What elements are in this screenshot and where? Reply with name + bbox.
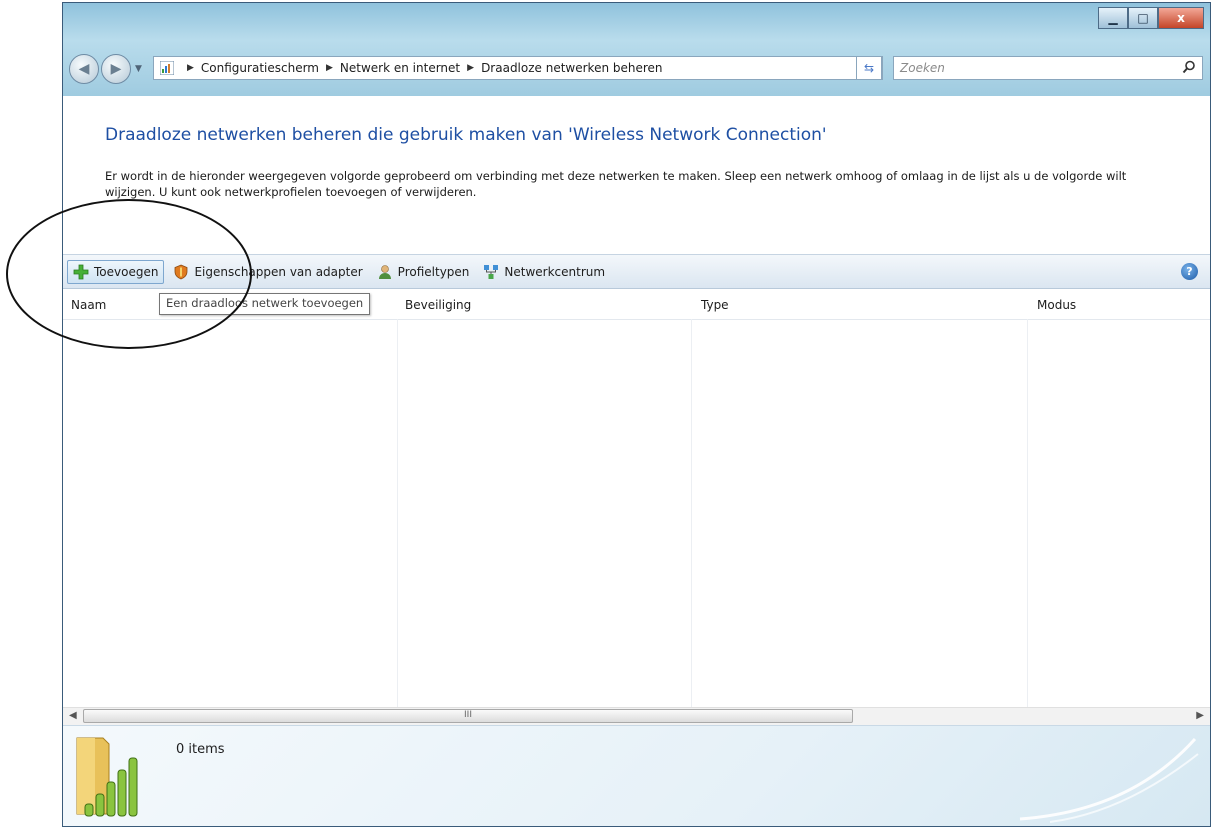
recent-pages-dropdown[interactable]: ▼ xyxy=(135,64,145,74)
network-center-label: Netwerkcentrum xyxy=(504,264,606,279)
wireless-networks-icon xyxy=(76,737,138,817)
column-divider xyxy=(691,319,692,707)
column-header-name[interactable]: Naam xyxy=(71,298,106,312)
column-header-type[interactable]: Type xyxy=(701,298,729,312)
command-bar: Toevoegen Eigenschappen van adapter Prof… xyxy=(63,254,1210,289)
horizontal-scrollbar[interactable]: ◀ III ▶ xyxy=(63,707,1210,725)
breadcrumb-separator-icon[interactable]: ▶ xyxy=(326,63,333,73)
network-icon xyxy=(484,264,499,279)
network-center-button[interactable]: Netwerkcentrum xyxy=(478,261,610,283)
close-button[interactable]: x xyxy=(1158,7,1204,29)
add-tooltip: Een draadloos netwerk toevoegen xyxy=(159,293,371,315)
shield-icon xyxy=(175,264,188,279)
window: ▁ □ x ◀ ▶ ▼ ▶ Configuratiescherm ▶ Netwe… xyxy=(62,2,1211,827)
breadcrumb-separator-icon: ▶ xyxy=(187,63,194,73)
column-header-mode[interactable]: Modus xyxy=(1037,298,1076,312)
breadcrumb: ▶ Configuratiescherm ▶ Netwerk en intern… xyxy=(180,61,663,75)
breadcrumb-item[interactable]: Configuratiescherm xyxy=(201,61,319,75)
decorative-swoosh-icon xyxy=(1019,737,1199,823)
forward-button[interactable]: ▶ xyxy=(101,54,131,84)
column-divider xyxy=(1027,319,1028,707)
scroll-right-icon[interactable]: ▶ xyxy=(1196,710,1204,721)
maximize-button[interactable]: □ xyxy=(1128,7,1158,29)
adapter-properties-label: Eigenschappen van adapter xyxy=(194,264,363,279)
scroll-left-icon[interactable]: ◀ xyxy=(69,710,77,721)
item-count: 0 items xyxy=(176,742,225,757)
page-title: Draadloze netwerken beheren die gebruik … xyxy=(105,125,827,145)
breadcrumb-separator-icon[interactable]: ▶ xyxy=(467,63,474,73)
title-address-bar: ▁ □ x ◀ ▶ ▼ ▶ Configuratiescherm ▶ Netwe… xyxy=(63,3,1210,96)
user-icon xyxy=(378,264,391,279)
page-description: Er wordt in de hieronder weergegeven vol… xyxy=(105,169,1127,199)
adapter-properties-button[interactable]: Eigenschappen van adapter xyxy=(168,261,367,283)
profile-types-label: Profieltypen xyxy=(397,264,470,279)
search-input[interactable]: Zoeken xyxy=(893,56,1203,80)
add-icon xyxy=(73,264,89,279)
window-controls: ▁ □ x xyxy=(1098,7,1204,29)
search-icon[interactable] xyxy=(1182,60,1196,74)
scrollbar-thumb[interactable]: III xyxy=(83,709,853,723)
navigation-buttons: ◀ ▶ ▼ xyxy=(69,54,145,84)
add-button-label: Toevoegen xyxy=(94,264,159,279)
details-pane: 0 items xyxy=(63,725,1210,826)
scrollbar-grip: III xyxy=(464,710,472,720)
column-header-security[interactable]: Beveiliging xyxy=(405,298,471,312)
control-panel-icon xyxy=(160,61,174,75)
refresh-button[interactable]: ⇆ xyxy=(856,56,882,80)
add-button[interactable]: Toevoegen xyxy=(67,259,165,284)
search-placeholder: Zoeken xyxy=(900,61,945,75)
address-bar[interactable]: ▶ Configuratiescherm ▶ Netwerk en intern… xyxy=(153,56,883,80)
column-divider xyxy=(397,319,398,707)
breadcrumb-item[interactable]: Netwerk en internet xyxy=(340,61,460,75)
breadcrumb-item[interactable]: Draadloze netwerken beheren xyxy=(481,61,662,75)
minimize-button[interactable]: ▁ xyxy=(1098,7,1128,29)
help-icon[interactable]: ? xyxy=(1181,263,1198,280)
profile-types-button[interactable]: Profieltypen xyxy=(372,261,475,283)
back-button[interactable]: ◀ xyxy=(69,54,99,84)
